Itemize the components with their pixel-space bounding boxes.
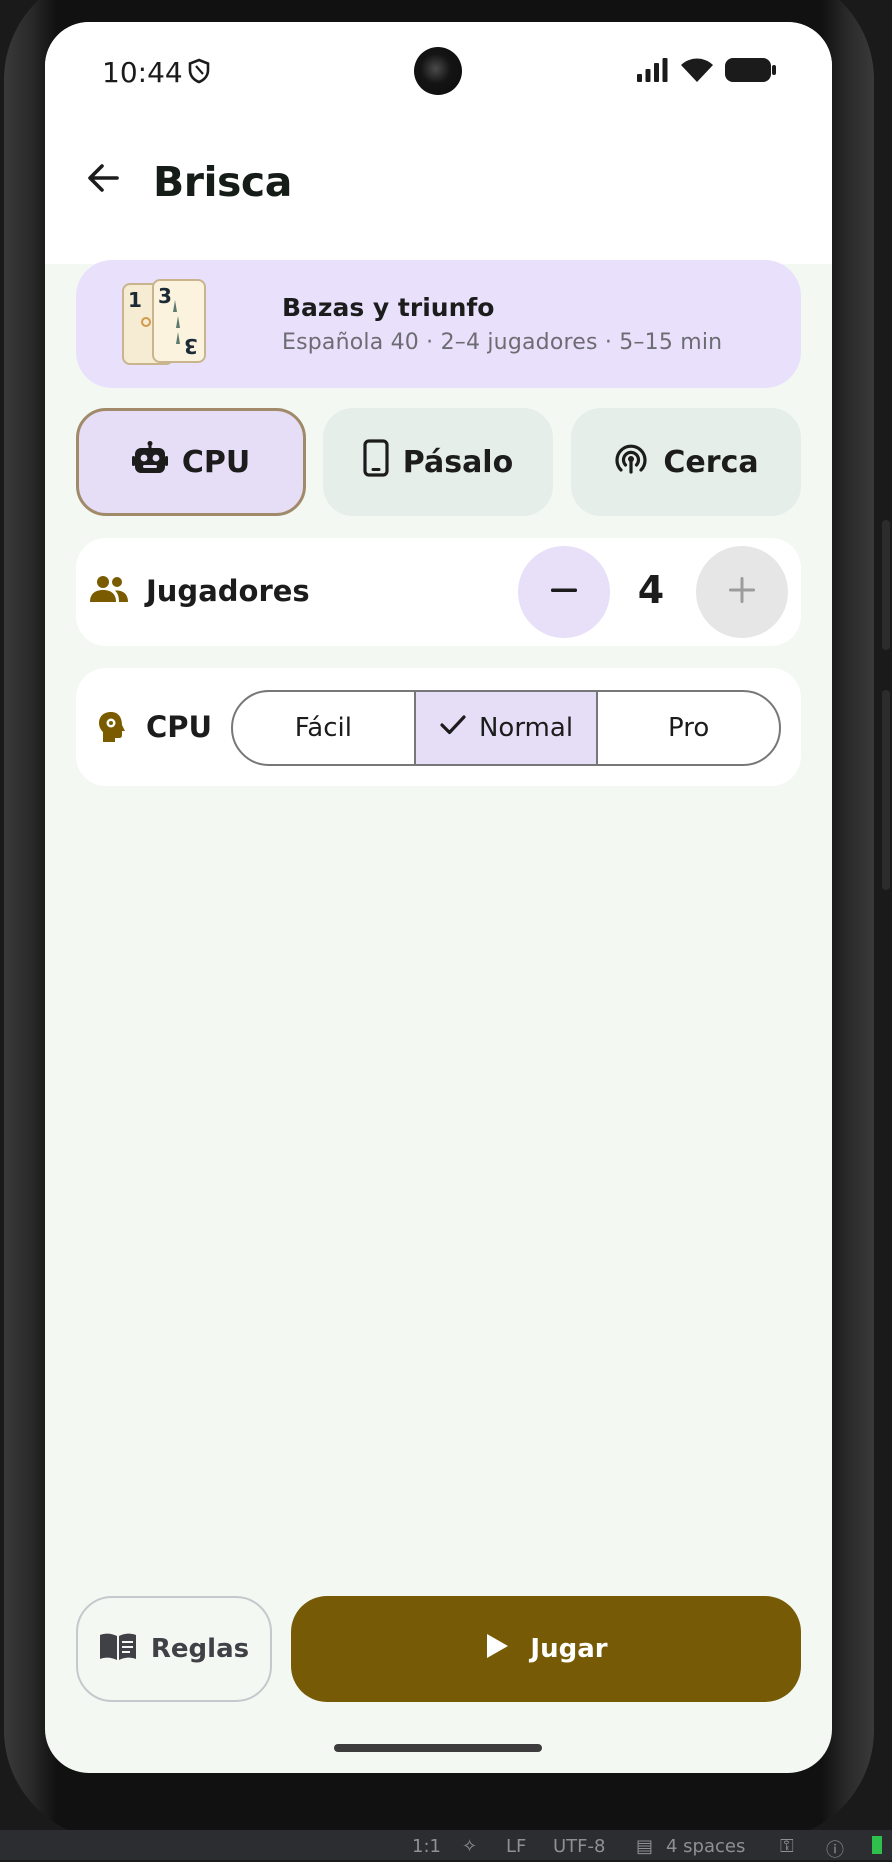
book-icon xyxy=(99,1631,137,1668)
wifi-icon xyxy=(680,56,714,89)
play-icon xyxy=(484,1632,510,1667)
status-indicator xyxy=(872,1836,882,1854)
card-rank-3-inverted: 3 xyxy=(184,334,198,358)
signal-icon xyxy=(636,57,670,88)
cpu-difficulty-card: CPU Fácil Normal Pro xyxy=(76,668,801,786)
plus-icon xyxy=(725,573,759,612)
cpu-difficulty-label: CPU xyxy=(146,710,213,744)
mode-cpu-button[interactable]: CPU xyxy=(76,408,306,516)
check-icon xyxy=(439,713,467,744)
mode-nearby-button[interactable]: Cerca xyxy=(571,408,801,516)
nearby-icon xyxy=(613,440,649,484)
decrease-players-button[interactable] xyxy=(518,546,610,638)
ide-status-bar: 1:1 ✧ LF UTF-8 ▤ 4 spaces ⚿ ⓘ xyxy=(0,1830,892,1862)
mode-pass-button[interactable]: Pásalo xyxy=(323,408,553,516)
players-label: Jugadores xyxy=(146,574,310,608)
status-bar: 10:44 xyxy=(45,22,832,118)
difficulty-selector: Fácil Normal Pro xyxy=(231,690,781,766)
group-icon xyxy=(90,574,128,609)
power-button xyxy=(882,690,890,890)
difficulty-easy-label: Fácil xyxy=(294,713,352,743)
minus-icon xyxy=(547,573,581,612)
sparkle-icon[interactable]: ✧ xyxy=(462,1836,477,1857)
psychology-icon xyxy=(98,710,128,749)
top-app-bar: Brisca xyxy=(45,118,832,264)
play-label: Jugar xyxy=(530,1634,608,1664)
mode-cpu-label: CPU xyxy=(181,444,251,480)
lock-icon[interactable]: ⚿ xyxy=(780,1836,794,1857)
mode-pass-label: Pásalo xyxy=(402,444,514,480)
mode-nearby-label: Cerca xyxy=(663,444,759,480)
phone-screen: 10:44 Brisca 1 3 3 Bazas y triunfo Españ… xyxy=(45,22,832,1773)
players-card: Jugadores 4 xyxy=(76,538,801,646)
game-info-title: Bazas y triunfo xyxy=(282,293,495,322)
home-indicator[interactable] xyxy=(334,1744,542,1752)
increase-players-button[interactable] xyxy=(696,546,788,638)
playing-cards-illustration: 1 3 3 xyxy=(120,278,212,370)
front-camera xyxy=(414,47,462,95)
rules-button[interactable]: Reglas xyxy=(76,1596,272,1702)
difficulty-easy-option[interactable]: Fácil xyxy=(233,692,414,764)
page-title: Brisca xyxy=(153,158,292,206)
indent-setting[interactable]: 4 spaces xyxy=(666,1836,745,1857)
rules-label: Reglas xyxy=(150,1634,250,1664)
card-rank-1: 1 xyxy=(128,288,142,312)
card-rank-3: 3 xyxy=(158,284,172,308)
difficulty-pro-label: Pro xyxy=(668,713,710,743)
shield-icon xyxy=(187,58,211,89)
game-info-subtitle: Española 40 · 2–4 jugadores · 5–15 min xyxy=(282,330,723,355)
robot-icon xyxy=(131,441,168,483)
game-info-card: 1 3 3 Bazas y triunfo Española 40 · 2–4 … xyxy=(76,260,801,388)
status-time: 10:44 xyxy=(102,56,183,89)
arrow-left-icon xyxy=(85,160,121,201)
battery-icon xyxy=(724,56,778,89)
difficulty-normal-option[interactable]: Normal xyxy=(413,692,597,764)
back-button[interactable] xyxy=(75,152,131,208)
difficulty-normal-label: Normal xyxy=(478,713,574,743)
smartphone-icon xyxy=(363,439,389,485)
encoding[interactable]: UTF-8 xyxy=(553,1836,605,1857)
players-count: 4 xyxy=(637,568,665,612)
document-icon[interactable]: ▤ xyxy=(636,1836,653,1857)
volume-button xyxy=(882,520,890,650)
info-icon[interactable]: ⓘ xyxy=(826,1836,844,1862)
status-icons xyxy=(636,56,778,89)
cursor-position[interactable]: 1:1 xyxy=(412,1836,441,1857)
play-button[interactable]: Jugar xyxy=(291,1596,801,1702)
line-ending[interactable]: LF xyxy=(506,1836,526,1857)
difficulty-pro-option[interactable]: Pro xyxy=(596,692,779,764)
